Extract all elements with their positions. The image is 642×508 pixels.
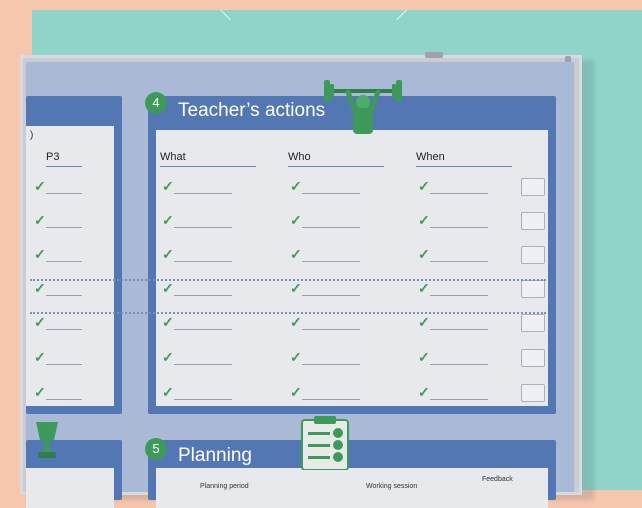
wall-line: [220, 9, 231, 21]
panel-title-planning: Planning: [178, 445, 252, 466]
write-in-line: [302, 399, 360, 400]
column-header-what: What: [160, 151, 256, 167]
write-in-line: [430, 193, 488, 194]
weightlifter-figure-icon: [324, 80, 402, 134]
teachers-actions-panel: [148, 96, 556, 414]
tick-mark: ✓: [418, 314, 430, 330]
write-in-line: [46, 295, 82, 296]
tick-mark: ✓: [34, 178, 46, 194]
planning-header-period: Planning period: [200, 483, 249, 490]
checkbox[interactable]: [521, 384, 545, 402]
write-in-line: [302, 364, 360, 365]
row-divider: [30, 312, 546, 314]
write-in-line: [430, 329, 488, 330]
write-in-line: [302, 261, 360, 262]
write-in-line: [46, 227, 82, 228]
tick-mark: ✓: [34, 384, 46, 400]
write-in-line: [430, 227, 488, 228]
tick-mark: ✓: [290, 349, 302, 365]
tick-mark: ✓: [162, 280, 174, 296]
tick-mark: ✓: [418, 280, 430, 296]
write-in-line: [302, 227, 360, 228]
tick-mark: ✓: [162, 384, 174, 400]
left-col-header: P3: [46, 151, 82, 167]
bottom-left-panel-body: [26, 468, 114, 508]
write-in-line: [174, 399, 232, 400]
tick-mark: ✓: [162, 212, 174, 228]
tick-mark: ✓: [162, 349, 174, 365]
write-in-line: [46, 261, 82, 262]
write-in-line: [46, 364, 82, 365]
tick-mark: ✓: [418, 349, 430, 365]
tick-mark: ✓: [162, 178, 174, 194]
write-in-line: [174, 193, 232, 194]
wall-line: [396, 9, 407, 21]
write-in-line: [174, 364, 232, 365]
write-in-line: [46, 329, 82, 330]
write-in-line: [174, 329, 232, 330]
tick-mark: ✓: [34, 314, 46, 330]
write-in-line: [430, 295, 488, 296]
tick-mark: ✓: [34, 246, 46, 262]
trophy-figure-icon: [36, 422, 58, 458]
write-in-line: [302, 193, 360, 194]
write-in-line: [46, 399, 82, 400]
planning-header-session: Working session: [366, 483, 418, 490]
tick-mark: ✓: [290, 280, 302, 296]
board-clip: [425, 52, 443, 58]
tick-mark: ✓: [290, 212, 302, 228]
write-in-line: [302, 329, 360, 330]
tick-mark: ✓: [418, 178, 430, 194]
tick-mark: ✓: [34, 349, 46, 365]
left-panel-cut-text: ): [30, 130, 34, 141]
tick-mark: ✓: [162, 246, 174, 262]
checkbox[interactable]: [521, 246, 545, 264]
planning-header-feedback: Feedback: [482, 476, 513, 483]
column-header-when: When: [416, 151, 512, 167]
write-in-line: [430, 399, 488, 400]
row-divider: [30, 279, 546, 281]
tick-mark: ✓: [162, 314, 174, 330]
column-header-who: Who: [288, 151, 384, 167]
tick-mark: ✓: [34, 280, 46, 296]
write-in-line: [174, 261, 232, 262]
checkbox[interactable]: [521, 314, 545, 332]
tick-mark: ✓: [34, 212, 46, 228]
write-in-line: [302, 295, 360, 296]
tick-mark: ✓: [418, 246, 430, 262]
tick-mark: ✓: [290, 314, 302, 330]
write-in-line: [46, 193, 82, 194]
tick-mark: ✓: [290, 384, 302, 400]
tick-mark: ✓: [418, 384, 430, 400]
checkbox[interactable]: [521, 280, 545, 298]
write-in-line: [174, 295, 232, 296]
tick-mark: ✓: [290, 246, 302, 262]
checkbox[interactable]: [521, 349, 545, 367]
checkbox[interactable]: [521, 178, 545, 196]
panel-title-teachers-actions: Teacher’s actions: [178, 100, 326, 121]
write-in-line: [430, 261, 488, 262]
panel-number-5: 5: [145, 438, 167, 460]
tick-mark: ✓: [290, 178, 302, 194]
clipboard-checklist-icon: [301, 416, 349, 470]
tick-mark: ✓: [418, 212, 430, 228]
panel-number-4: 4: [145, 92, 167, 114]
checkbox[interactable]: [521, 212, 545, 230]
write-in-line: [174, 227, 232, 228]
write-in-line: [430, 364, 488, 365]
